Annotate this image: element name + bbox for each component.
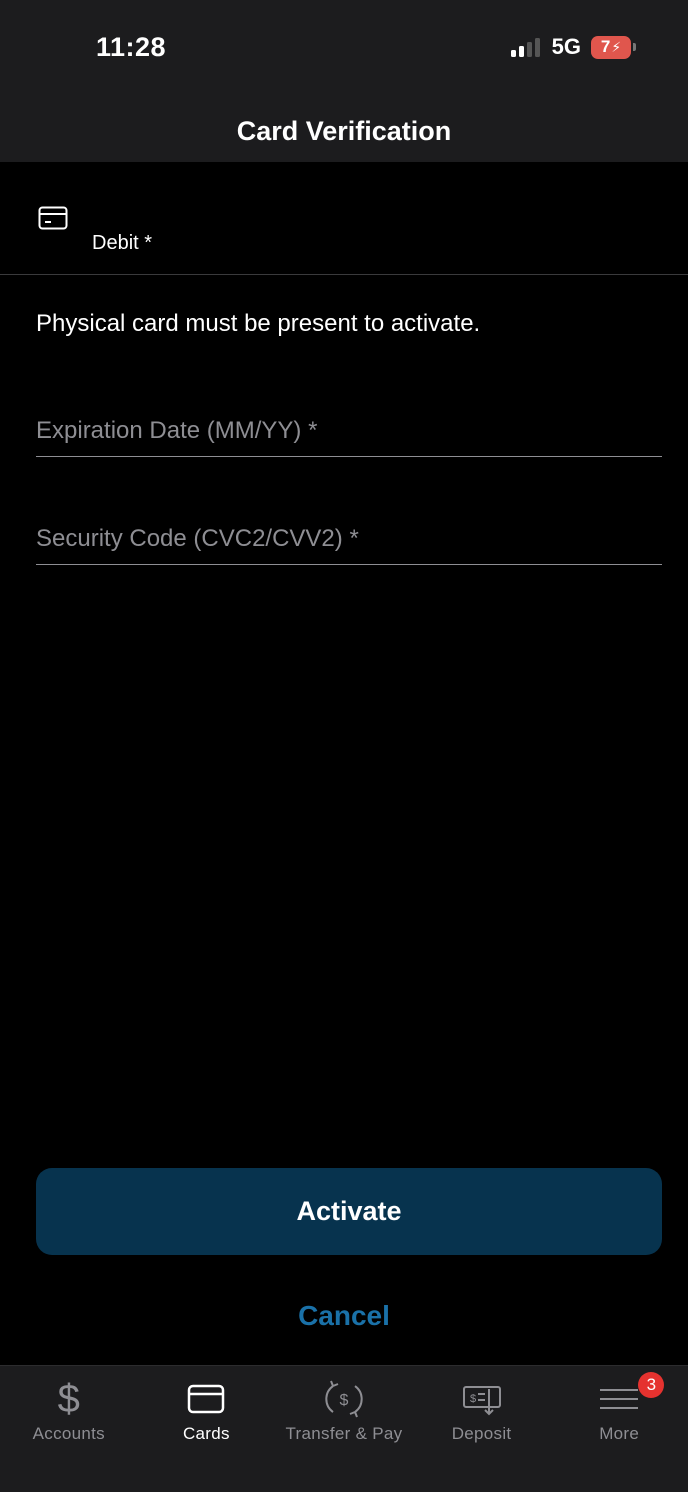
tab-more[interactable]: 3 More	[550, 1366, 688, 1492]
battery-level: 7	[600, 37, 611, 56]
expiration-date-field	[36, 406, 662, 457]
tab-label: Accounts	[32, 1424, 105, 1443]
activate-button[interactable]: Activate	[36, 1168, 662, 1255]
tab-deposit[interactable]: $ Deposit	[413, 1366, 551, 1492]
battery-icon: 7 ⚡	[591, 35, 636, 59]
notification-badge: 3	[638, 1372, 665, 1398]
deposit-check-icon: $	[458, 1378, 506, 1420]
card-selector[interactable]: Debit *	[0, 162, 688, 275]
dollar-icon: $	[57, 1377, 80, 1421]
charging-bolt-icon: ⚡	[611, 38, 622, 55]
activation-notice: Physical card must be present to activat…	[36, 310, 481, 337]
status-indicators: 5G 7 ⚡	[510, 34, 636, 60]
tab-accounts[interactable]: $ Accounts	[0, 1366, 138, 1492]
tab-transfer-pay[interactable]: $ Transfer & Pay	[275, 1366, 413, 1492]
signal-icon	[510, 37, 540, 57]
tab-bar: $ Accounts Cards $ Transfer & Pay $ Depo…	[0, 1365, 688, 1492]
page-title: Card Verification	[236, 116, 452, 146]
cancel-button[interactable]: Cancel	[0, 1300, 688, 1332]
menu-icon	[595, 1378, 643, 1420]
top-bar: 11:28 5G 7 ⚡ Card Verification	[0, 0, 688, 162]
credit-card-icon	[38, 206, 68, 230]
tab-label: More	[599, 1424, 640, 1443]
card-type-label: Debit *	[92, 232, 153, 254]
status-time: 11:28	[96, 32, 167, 62]
transfer-icon: $	[320, 1378, 368, 1420]
security-code-input[interactable]	[36, 514, 662, 564]
svg-text:$: $	[470, 1393, 476, 1405]
svg-text:$: $	[340, 1392, 349, 1409]
network-type: 5G	[551, 34, 581, 59]
tab-label: Transfer & Pay	[285, 1424, 403, 1443]
tab-label: Deposit	[451, 1424, 512, 1443]
card-icon	[182, 1378, 230, 1420]
tab-label: Cards	[182, 1424, 230, 1443]
expiration-date-input[interactable]	[36, 406, 662, 456]
security-code-field	[36, 514, 662, 565]
tab-cards[interactable]: Cards	[138, 1366, 276, 1492]
